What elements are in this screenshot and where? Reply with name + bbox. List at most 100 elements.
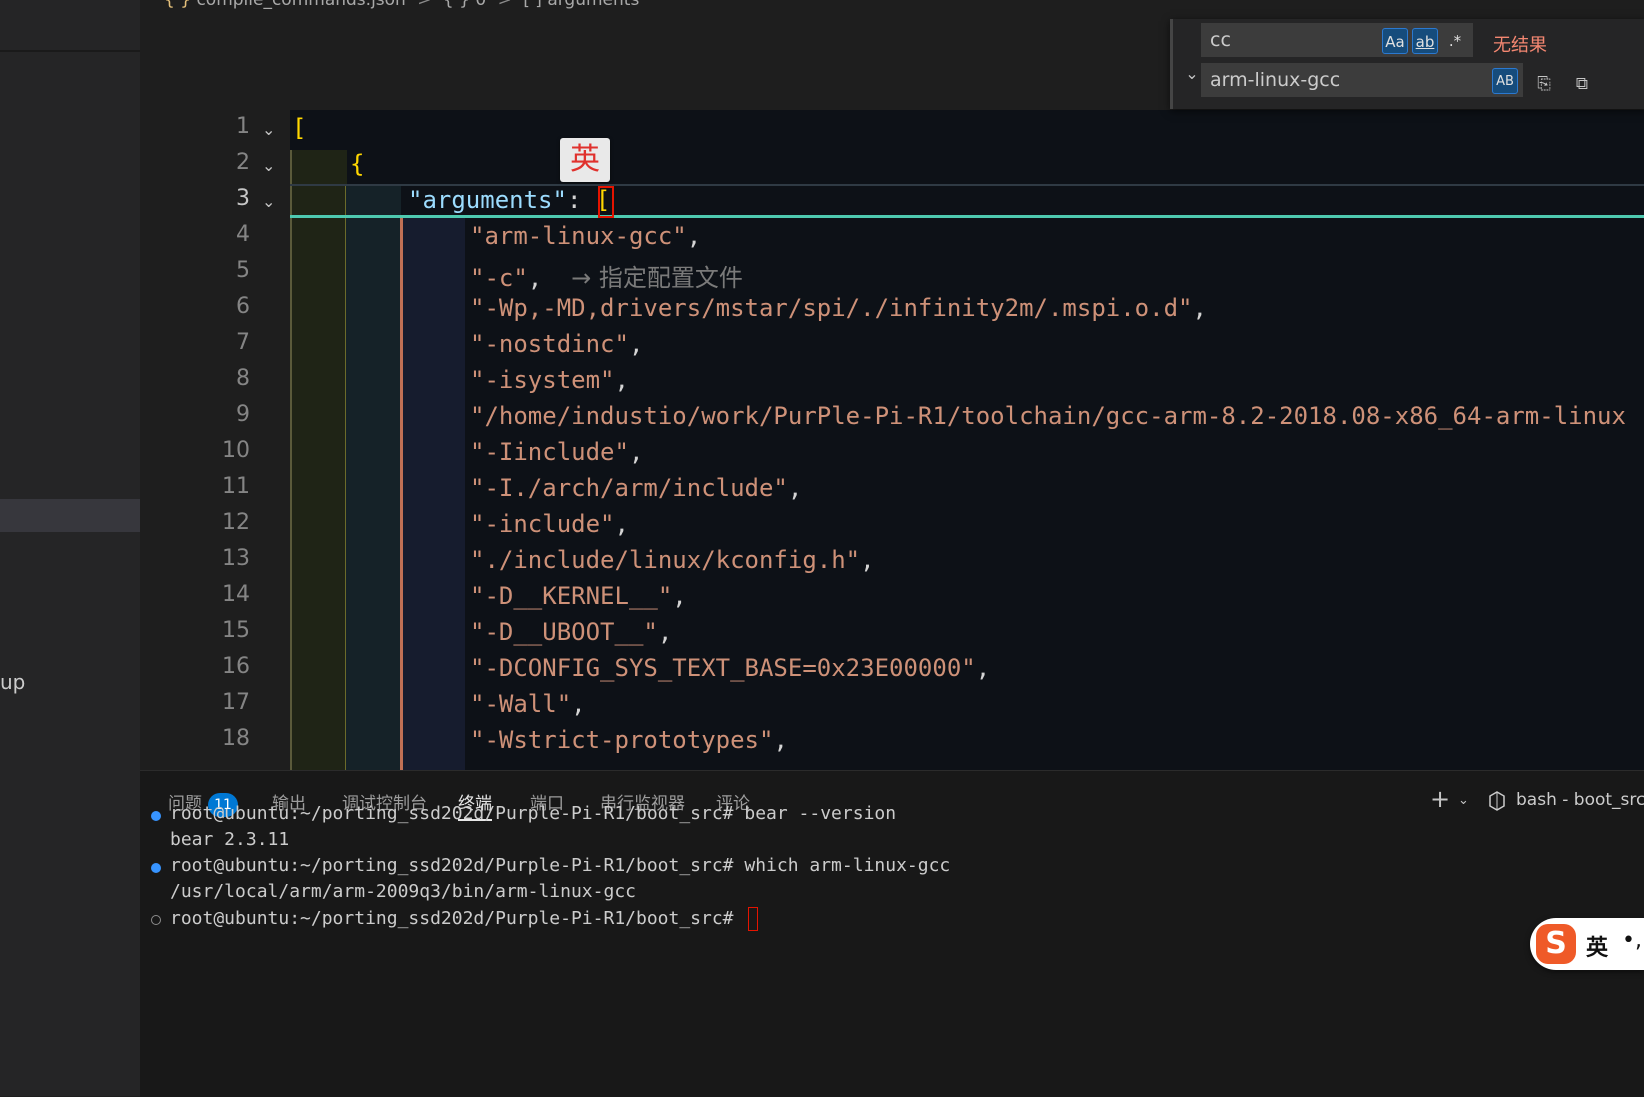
fold-chevron-icon[interactable]: ⌄ [262, 158, 278, 174]
explorer-sidebar: up [0, 0, 140, 1096]
match-case-button[interactable]: Aa [1382, 28, 1408, 54]
string-value: "-I./arch/arm/include" [470, 474, 788, 502]
replace-input[interactable] [1210, 67, 1380, 93]
inlay-hint: → 指定配置文件 [571, 264, 743, 292]
terminal-line: root@ubuntu:~/porting_ssd202d/Purple-Pi-… [170, 803, 897, 824]
terminal-prompt-line[interactable]: root@ubuntu:~/porting_ssd202d/Purple-Pi-… [170, 907, 759, 931]
regex-button[interactable]: .* [1442, 28, 1468, 54]
code-line[interactable]: "arm-linux-gcc", [470, 222, 701, 250]
code-line[interactable]: "-D__KERNEL__", [470, 582, 687, 610]
comma-token: , [860, 546, 875, 574]
sidebar-selected-item[interactable] [0, 499, 140, 532]
line-number: 13 [222, 546, 250, 571]
line-number: 14 [222, 582, 250, 607]
code-line[interactable]: "./include/linux/kconfig.h", [470, 546, 875, 574]
line-number: 17 [222, 690, 250, 715]
comma-token: , [628, 330, 644, 358]
object-icon: { } [442, 0, 470, 10]
code-line[interactable]: "-Wall", [470, 690, 586, 718]
code-line[interactable]: "-isystem", [470, 366, 629, 394]
breadcrumb-file[interactable]: compile_commands.json [196, 0, 405, 10]
breadcrumb-index[interactable]: 0 [475, 0, 486, 10]
code-line[interactable]: "-c", → 指定配置文件 [470, 258, 743, 293]
string-value: "-Iinclude" [470, 438, 629, 466]
code-line[interactable]: "-Iinclude", [470, 438, 643, 466]
replace-all-icon[interactable]: ⧉ [1569, 71, 1595, 97]
fold-chevron-icon[interactable]: ⌄ [262, 194, 278, 210]
command-success-dot[interactable] [151, 863, 161, 873]
code-line[interactable]: "-include", [470, 510, 629, 538]
terminal-name[interactable]: bash - boot_src [1516, 790, 1644, 810]
chevron-down-icon[interactable]: ⌄ [1181, 63, 1203, 85]
comma-token: , [975, 654, 991, 682]
code-line[interactable]: "-DCONFIG_SYS_TEXT_BASE=0x23E00000", [470, 654, 990, 682]
code-line[interactable]: "/home/industio/work/PurPle-Pi-R1/toolch… [470, 402, 1626, 430]
string-value: "./include/linux/kconfig.h" [470, 546, 861, 574]
plus-icon[interactable]: + [1430, 785, 1450, 813]
code-line[interactable]: "-D__UBOOT__", [470, 618, 672, 646]
terminal-cursor [748, 907, 759, 931]
replace-icon[interactable]: ⎘ [1531, 71, 1557, 97]
comma-token: , [672, 582, 687, 610]
string-value: "-isystem" [470, 366, 615, 394]
string-value: "arm-linux-gcc" [470, 222, 687, 250]
string-value: "-Wall" [470, 690, 572, 718]
line-number: 11 [222, 474, 250, 499]
code-line[interactable]: "-nostdinc", [470, 330, 643, 358]
indent-guide-level-3 [400, 218, 465, 770]
terminal-line: root@ubuntu:~/porting_ssd202d/Purple-Pi-… [170, 855, 951, 876]
terminal-line: bear 2.3.11 [170, 829, 290, 850]
string-value: "-nostdinc" [470, 330, 629, 358]
whole-word-button[interactable]: ab [1412, 28, 1438, 54]
comma-token: , [527, 264, 543, 292]
bracket-token: [ [292, 114, 307, 142]
string-value: "-c" [470, 264, 528, 292]
chevron-down-icon[interactable]: ⌄ [1458, 793, 1469, 808]
code-line[interactable]: "-Wstrict-prototypes", [470, 726, 788, 754]
array-icon: [ ] [523, 0, 542, 10]
comma-token: , [614, 510, 629, 538]
bottom-panel: 问题 11 输出 调试控制台 终端 端口 串行监视器 评论 + ⌄ bash - … [140, 770, 1644, 1097]
ime-punctuation-toggle[interactable]: •, [1622, 928, 1642, 953]
code-line[interactable]: "-I./arch/arm/include", [470, 474, 802, 502]
line-number: 12 [222, 510, 250, 535]
sogou-logo-icon[interactable]: S [1536, 924, 1576, 964]
comma-token: , [773, 726, 788, 754]
code-line[interactable]: [ [292, 114, 306, 142]
string-value: "-D__KERNEL__" [470, 582, 673, 610]
preserve-case-button[interactable]: AB [1492, 68, 1518, 94]
command-success-dot[interactable] [151, 811, 161, 821]
breadcrumb-separator: > [497, 0, 512, 10]
find-field-container: Aa ab .* [1201, 23, 1473, 57]
find-result-count: 无结果 [1493, 35, 1547, 56]
colon-token: : [566, 186, 596, 214]
find-input[interactable] [1210, 27, 1380, 53]
line-number: 10 [222, 438, 250, 463]
ime-language-toggle[interactable]: 英 [1586, 930, 1608, 962]
line-number: 8 [236, 366, 250, 391]
code-line[interactable]: { [350, 150, 364, 178]
line-number: 3 [236, 186, 250, 211]
sidebar-item-label[interactable]: up [0, 670, 25, 694]
breadcrumb-key[interactable]: arguments [547, 0, 639, 10]
comma-token: , [628, 438, 644, 466]
comma-token: , [614, 366, 629, 394]
line-number: 9 [236, 402, 250, 427]
code-line[interactable]: "arguments": [ [408, 186, 610, 214]
string-value: "/home/industio/work/PurPle-Pi-R1/toolch… [470, 402, 1626, 430]
comma-token: , [787, 474, 803, 502]
brace-token: { [350, 150, 365, 178]
sogou-ime-toolbar[interactable]: S 英 •, [1530, 918, 1644, 970]
fold-chevron-icon[interactable]: ⌄ [262, 122, 278, 138]
breadcrumb: { } compile_commands.json > { } 0 > [ ] … [164, 0, 639, 14]
command-pending-dot[interactable] [151, 915, 161, 925]
line-number: 4 [236, 222, 250, 247]
line-number: 6 [236, 294, 250, 319]
terminal-prompt: root@ubuntu:~/porting_ssd202d/Purple-Pi-… [170, 908, 745, 929]
code-line[interactable]: "-Wp,-MD,drivers/mstar/spi/./infinity2m/… [470, 294, 1207, 322]
json-file-icon: { } [164, 0, 192, 10]
comma-token: , [1192, 294, 1207, 322]
replace-field-container: AB [1201, 63, 1523, 97]
line-number: 1 [236, 114, 250, 139]
line-number: 15 [222, 618, 250, 643]
